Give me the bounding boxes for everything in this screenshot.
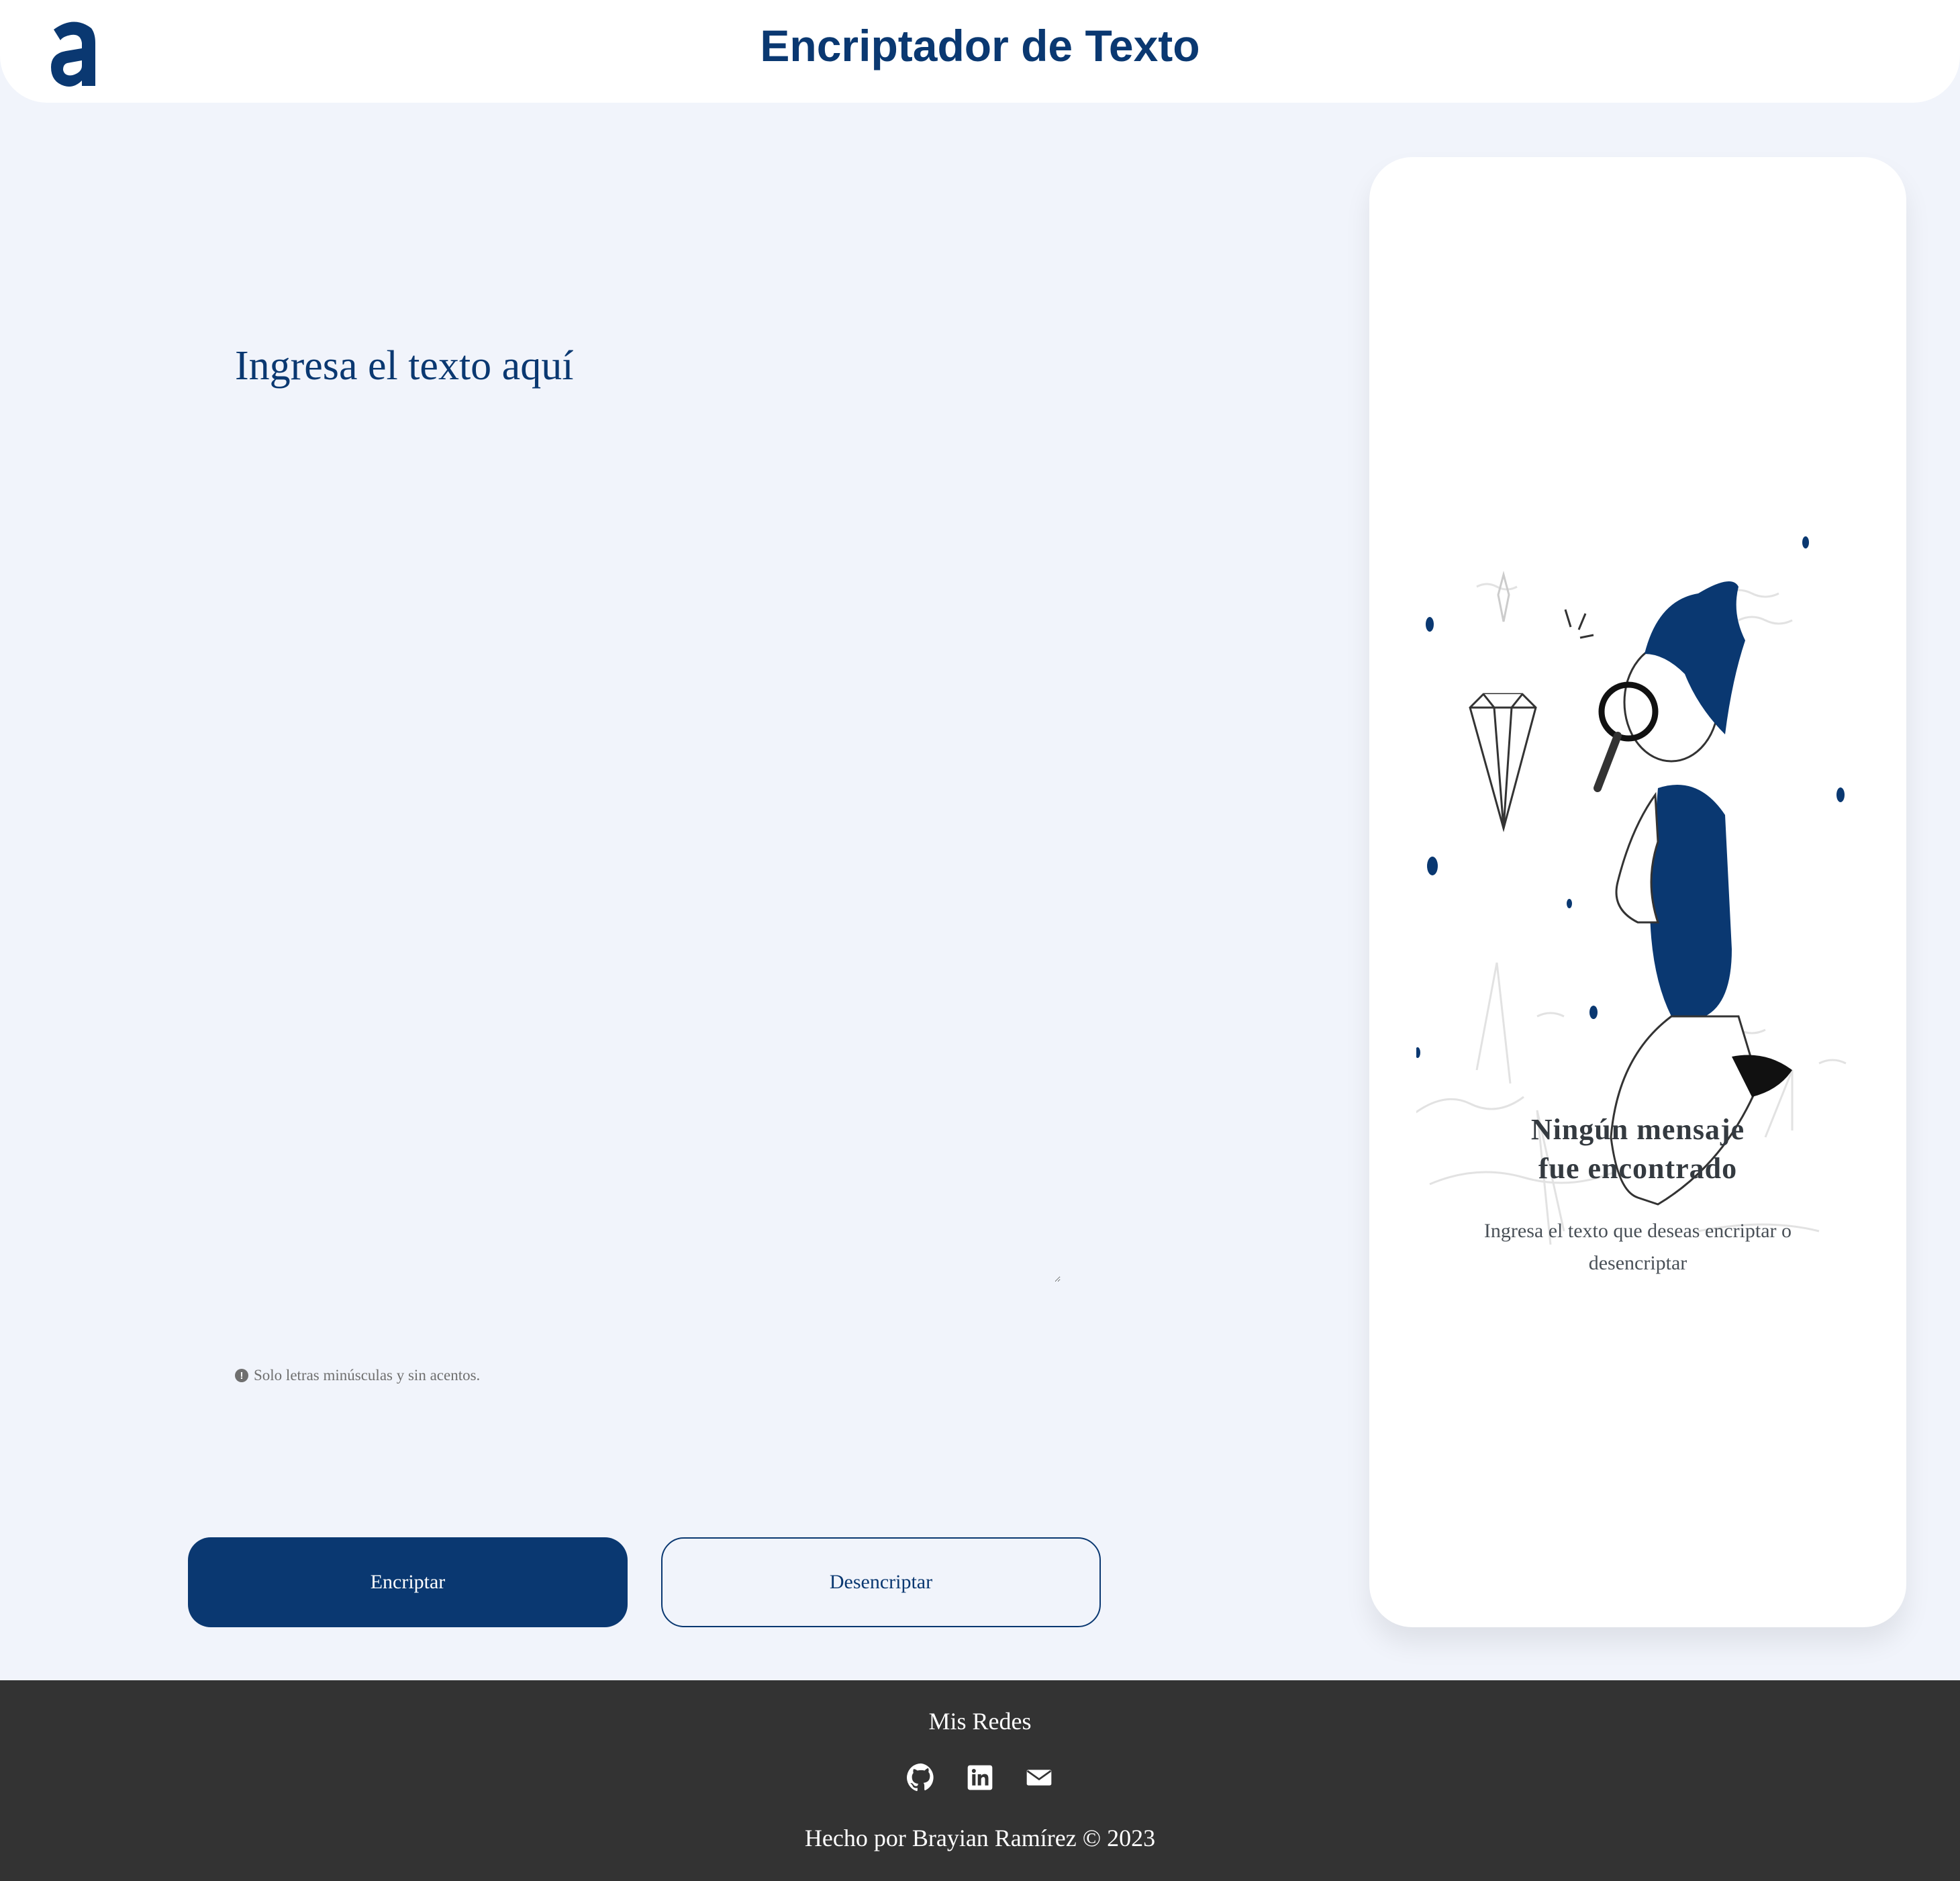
text-input[interactable] — [235, 342, 1061, 1282]
footer-heading: Mis Redes — [928, 1708, 1032, 1735]
linkedin-icon[interactable] — [965, 1762, 995, 1793]
empty-message-title: Ningún mensaje fue encontrado — [1530, 1113, 1745, 1185]
output-panel: Ningún mensaje fue encontrado Ingresa el… — [1369, 157, 1906, 1627]
encrypt-button[interactable]: Encriptar — [188, 1537, 628, 1627]
header: Encriptador de Texto — [0, 0, 1960, 103]
exclamation-circle-icon: ! — [235, 1369, 248, 1382]
empty-message-text: Ingresa el texto que deseas encriptar o … — [1483, 1220, 1792, 1274]
footer-credit: Hecho por Brayian Ramírez © 2023 — [804, 1825, 1156, 1851]
email-icon[interactable] — [1024, 1762, 1055, 1793]
page-title: Encriptador de Texto — [760, 21, 1200, 70]
social-links — [0, 1762, 1960, 1793]
input-hint: ! Solo letras minúsculas y sin acentos. — [235, 1367, 480, 1384]
github-icon[interactable] — [905, 1762, 936, 1793]
decrypt-button[interactable]: Desencriptar — [661, 1537, 1101, 1627]
footer: Mis Redes Hecho por Brayian Ramírez © 20… — [0, 1680, 1960, 1881]
hint-text: Solo letras minúsculas y sin acentos. — [254, 1367, 481, 1384]
